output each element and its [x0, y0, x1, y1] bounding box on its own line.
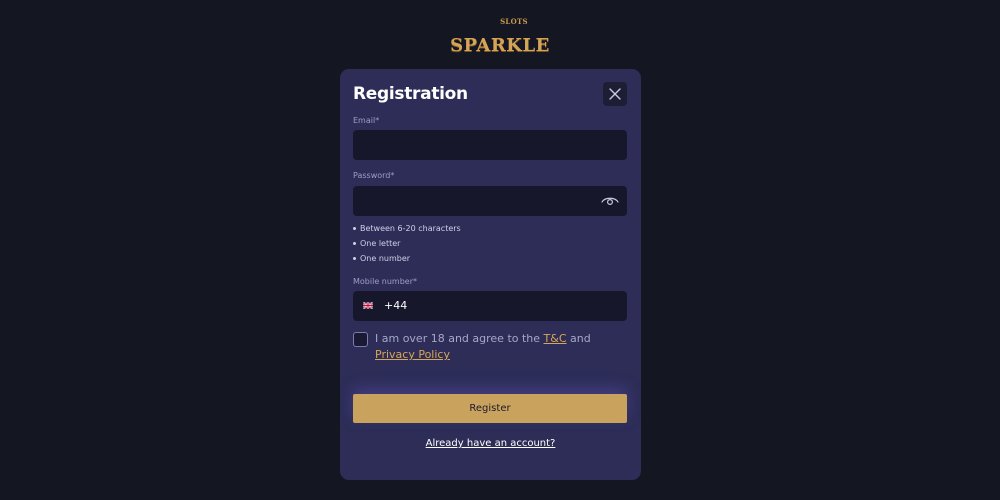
age-terms-checkbox[interactable]	[353, 332, 368, 347]
mobile-label: Mobile number*	[353, 277, 418, 286]
mobile-field[interactable]: +44	[353, 291, 627, 321]
terms-text: I am over 18 and agree to the T&C and Pr…	[375, 332, 591, 361]
register-button[interactable]: Register	[353, 394, 627, 423]
logo-wordmark: SPARKLE	[450, 35, 550, 56]
toggle-password-visibility-button[interactable]	[601, 194, 619, 208]
eye-icon	[601, 197, 619, 206]
close-icon	[609, 88, 621, 100]
password-label: Password*	[353, 171, 395, 180]
brand-logo: SPARKLE	[0, 36, 1000, 56]
uk-flag-icon[interactable]	[363, 302, 373, 309]
password-field[interactable]	[353, 186, 627, 216]
privacy-policy-link[interactable]: Privacy Policy	[375, 348, 450, 361]
password-rule: Between 6-20 characters	[353, 221, 461, 236]
email-label: Email*	[353, 116, 380, 125]
login-link[interactable]: Already have an account?	[340, 438, 641, 449]
registration-modal: Registration Email* Password* Between 6-…	[340, 69, 641, 480]
password-rules: Between 6-20 characters One letter One n…	[353, 221, 461, 266]
password-rule: One number	[353, 251, 461, 266]
modal-title: Registration	[353, 84, 468, 104]
country-code: +44	[384, 299, 408, 312]
close-button[interactable]	[603, 82, 627, 106]
email-field[interactable]	[353, 130, 627, 160]
logo-subtitle: SLOTS	[500, 17, 528, 26]
tc-link[interactable]: T&C	[544, 332, 567, 345]
password-rule: One letter	[353, 236, 461, 251]
